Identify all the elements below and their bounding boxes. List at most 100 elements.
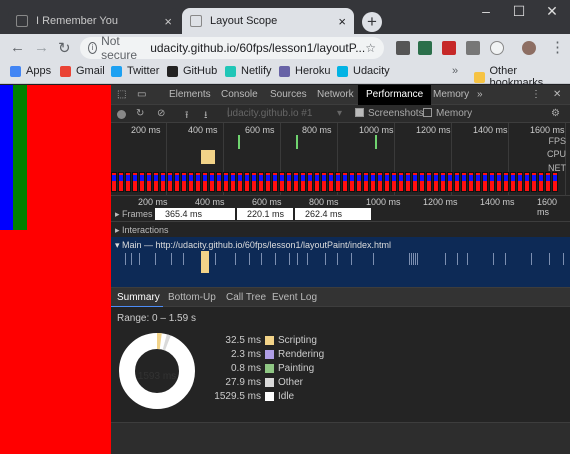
bookmark-heroku[interactable]: Heroku [279,65,330,77]
main-thread-event[interactable] [531,253,532,265]
screenshot-thumbnail[interactable] [244,172,250,192]
screenshot-thumbnail[interactable] [419,172,425,192]
main-thread-event[interactable] [351,253,352,265]
bookmark-gmail[interactable]: Gmail [60,65,105,77]
tab-summary[interactable]: Summary [117,292,160,303]
screenshots-strip[interactable] [111,172,570,192]
tab-i-remember-you[interactable]: I Remember You × [8,8,180,34]
screenshot-thumbnail[interactable] [538,172,544,192]
screenshot-thumbnail[interactable] [482,172,488,192]
screenshot-thumbnail[interactable] [384,172,390,192]
bookmark-netlify[interactable]: Netlify [225,65,272,77]
frame-box[interactable]: 365.4 ms [155,208,235,220]
screenshot-thumbnail[interactable] [398,172,404,192]
screenshot-thumbnail[interactable] [552,172,558,192]
screenshot-thumbnail[interactable] [258,172,264,192]
memory-checkbox[interactable]: Memory [423,108,472,119]
address-bar[interactable]: i Not secure udacity.github.io/60fps/les… [80,34,384,62]
screenshot-thumbnail[interactable] [454,172,460,192]
extension-icon[interactable] [490,41,504,55]
bookmark-star-icon[interactable]: ☆ [365,41,376,55]
screenshot-thumbnail[interactable] [475,172,481,192]
main-thread-event[interactable] [505,253,506,265]
minimize-icon[interactable]: – [472,3,500,19]
new-tab-button[interactable]: + [362,12,382,32]
maximize-icon[interactable]: ☐ [505,3,533,20]
bookmark-udacity[interactable]: Udacity [337,65,390,77]
reload-record-icon[interactable]: ↻ [136,108,144,119]
screenshot-thumbnail[interactable] [279,172,285,192]
main-thread-event[interactable] [457,253,458,265]
screenshot-thumbnail[interactable] [489,172,495,192]
screenshot-thumbnail[interactable] [335,172,341,192]
main-thread-event[interactable] [131,253,132,265]
screenshot-thumbnail[interactable] [377,172,383,192]
screenshot-thumbnail[interactable] [195,172,201,192]
record-icon[interactable] [117,110,126,119]
close-window-icon[interactable]: ✕ [538,3,566,20]
screenshot-thumbnail[interactable] [293,172,299,192]
frame-box[interactable]: 220.1 ms [237,208,293,220]
screenshot-thumbnail[interactable] [307,172,313,192]
screenshot-thumbnail[interactable] [181,172,187,192]
close-tab-icon[interactable]: × [338,14,346,29]
screenshot-thumbnail[interactable] [503,172,509,192]
screenshot-thumbnail[interactable] [167,172,173,192]
screenshot-thumbnail[interactable] [510,172,516,192]
screenshot-thumbnail[interactable] [342,172,348,192]
chevron-down-icon[interactable]: ▾ [337,108,342,119]
screenshot-thumbnail[interactable] [517,172,523,192]
more-options-icon[interactable]: ⋮ [531,89,541,100]
tab-event-log[interactable]: Event Log [272,292,317,303]
screenshot-thumbnail[interactable] [188,172,194,192]
screenshot-thumbnail[interactable] [251,172,257,192]
url-text[interactable]: udacity.github.io/60fps/lesson1/layoutP.… [150,41,365,55]
main-thread-event[interactable] [307,253,308,265]
main-thread-event[interactable] [183,253,184,265]
tab-layout-scope[interactable]: Layout Scope × [182,8,354,34]
screenshot-thumbnail[interactable] [160,172,166,192]
screenshot-thumbnail[interactable] [349,172,355,192]
main-thread-event[interactable] [155,253,156,265]
screenshot-thumbnail[interactable] [216,172,222,192]
frame-box[interactable]: 262.4 ms [295,208,371,220]
tab-console[interactable]: Console [221,89,258,100]
screenshot-thumbnail[interactable] [146,172,152,192]
main-thread-event[interactable] [289,253,290,265]
main-thread-event[interactable] [409,253,410,265]
main-thread-event[interactable] [411,253,412,265]
screenshot-thumbnail[interactable] [125,172,131,192]
bookmarks-more-icon[interactable]: » [452,65,458,77]
main-thread-event[interactable] [549,253,550,265]
screenshot-thumbnail[interactable] [496,172,502,192]
screenshot-thumbnail[interactable] [531,172,537,192]
main-thread-event[interactable] [171,253,172,265]
screenshot-thumbnail[interactable] [545,172,551,192]
main-thread-event[interactable] [445,253,446,265]
clear-icon[interactable]: ⊘ [157,108,165,119]
screenshot-thumbnail[interactable] [265,172,271,192]
screenshot-thumbnail[interactable] [209,172,215,192]
main-thread-event[interactable] [415,253,416,265]
interactions-track[interactable]: ▸ Interactions [111,221,570,237]
main-thread-event[interactable] [325,253,326,265]
screenshot-thumbnail[interactable] [391,172,397,192]
screenshot-thumbnail[interactable] [111,172,117,192]
bookmark-github[interactable]: GitHub [167,65,217,77]
main-thread-event[interactable] [337,253,338,265]
inspect-icon[interactable]: ⬚ [117,89,126,100]
screenshot-thumbnail[interactable] [300,172,306,192]
tab-network[interactable]: Network [317,89,354,100]
extension-icon[interactable] [396,41,410,55]
close-devtools-icon[interactable]: ✕ [553,89,561,100]
screenshot-thumbnail[interactable] [118,172,124,192]
extension-icon[interactable] [466,41,480,55]
tab-elements[interactable]: Elements [169,89,211,100]
info-icon[interactable]: i [88,42,98,54]
screenshot-thumbnail[interactable] [356,172,362,192]
main-thread-event[interactable] [215,253,216,265]
forward-icon[interactable]: → [34,39,49,56]
screenshot-thumbnail[interactable] [132,172,138,192]
screenshot-thumbnail[interactable] [328,172,334,192]
bookmark-twitter[interactable]: Twitter [111,65,159,77]
